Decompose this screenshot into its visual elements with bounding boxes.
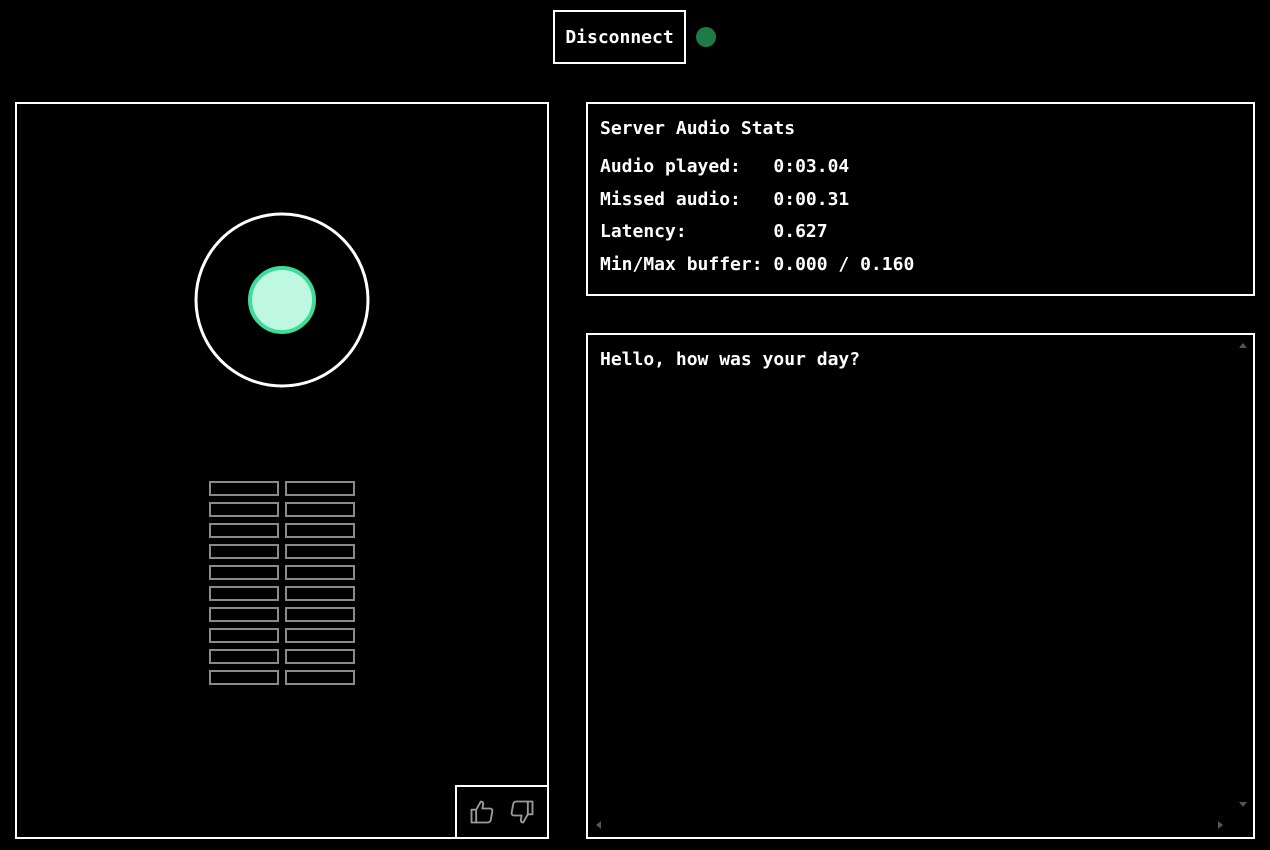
- meter-cell: [285, 565, 355, 580]
- stats-title: Server Audio Stats: [600, 118, 796, 139]
- meter-cell: [209, 481, 279, 496]
- connection-status-indicator: [696, 27, 716, 47]
- meter-cell: [209, 565, 279, 580]
- meter-cell: [209, 670, 279, 685]
- meter-cell: [285, 523, 355, 538]
- meter-cell: [209, 502, 279, 517]
- stats-value: 0.627: [762, 221, 828, 242]
- meter-cell: [285, 649, 355, 664]
- disconnect-button[interactable]: Disconnect: [553, 10, 686, 64]
- meter-cell: [209, 586, 279, 601]
- meter-cell: [285, 670, 355, 685]
- transcript-textarea[interactable]: Hello, how was your day?: [586, 333, 1255, 839]
- transcript-text: Hello, how was your day?: [600, 349, 861, 370]
- meter-cell: [209, 523, 279, 538]
- audio-visualizer-panel: [15, 102, 549, 839]
- meter-cell: [285, 544, 355, 559]
- scroll-up-arrow-icon[interactable]: [1239, 343, 1247, 348]
- server-audio-stats-panel: Server Audio Stats Audio played: 0:03.04…: [586, 102, 1255, 296]
- meter-cell: [209, 628, 279, 643]
- stats-row-latency: Latency: 0.627: [600, 216, 1241, 249]
- stats-row-audio-played: Audio played: 0:03.04: [600, 151, 1241, 184]
- meter-cell: [285, 628, 355, 643]
- stats-label: Audio played:: [600, 156, 763, 177]
- feedback-controls: [455, 785, 549, 839]
- scroll-right-arrow-icon[interactable]: [1218, 821, 1223, 829]
- stats-value: 0.000 / 0.160: [762, 253, 915, 275]
- top-bar: Disconnect: [553, 10, 716, 64]
- meter-cell: [285, 502, 355, 517]
- stats-row-buffer: Min/Max buffer: 0.000 / 0.160: [600, 249, 1241, 282]
- stats-value: 0:00.31: [762, 188, 850, 210]
- stats-value: 0:03.04: [762, 156, 850, 177]
- thumbs-down-icon[interactable]: [508, 798, 536, 826]
- stats-label: Min/Max buffer:: [600, 253, 763, 275]
- audio-level-meter: [209, 481, 355, 685]
- meter-cell: [209, 607, 279, 622]
- meter-cell: [209, 649, 279, 664]
- meter-cell: [285, 586, 355, 601]
- meter-cell: [285, 481, 355, 496]
- meter-cell: [285, 607, 355, 622]
- meter-cell: [209, 544, 279, 559]
- stats-label: Missed audio:: [600, 188, 763, 210]
- stats-label: Latency:: [600, 221, 763, 242]
- scroll-left-arrow-icon[interactable]: [596, 821, 601, 829]
- audio-orb: [194, 212, 370, 388]
- scroll-down-arrow-icon[interactable]: [1239, 802, 1247, 807]
- stats-row-missed-audio: Missed audio: 0:00.31: [600, 184, 1241, 217]
- thumbs-up-icon[interactable]: [468, 798, 496, 826]
- orb-core: [248, 266, 316, 334]
